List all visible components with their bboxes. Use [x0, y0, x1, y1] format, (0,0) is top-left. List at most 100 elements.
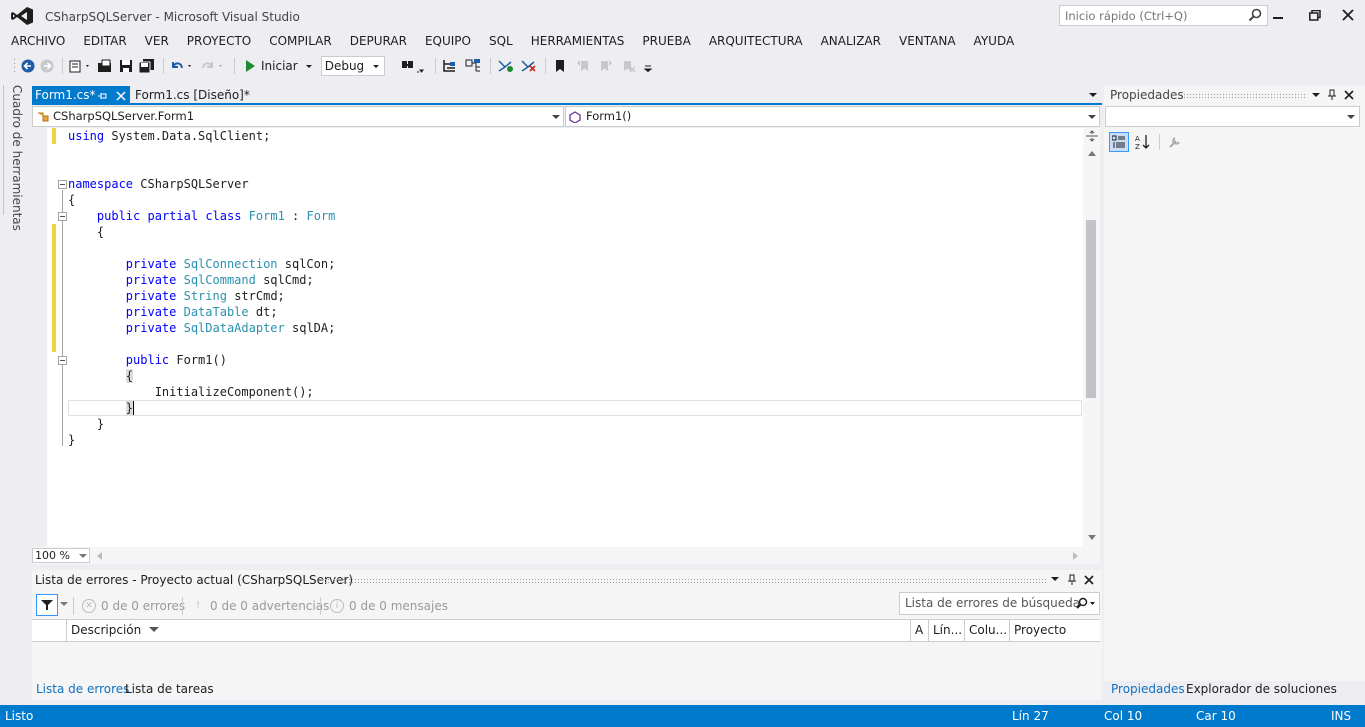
menu-prueba[interactable]: PRUEBA: [634, 32, 700, 52]
chevron-down-icon[interactable]: [1050, 576, 1060, 584]
save-all-button[interactable]: [138, 56, 156, 76]
collapse-namespace-icon[interactable]: [58, 180, 67, 189]
close-tab-icon[interactable]: [116, 91, 126, 101]
categorized-button[interactable]: [1109, 132, 1129, 152]
properties-object-select[interactable]: [1105, 106, 1360, 127]
property-pages-button[interactable]: [1165, 132, 1185, 152]
properties-grid[interactable]: [1105, 157, 1360, 677]
breakpoint-add-button[interactable]: [495, 56, 515, 76]
scroll-left-icon[interactable]: [96, 551, 104, 561]
code-line-field: private SqlConnection sqlCon;: [125, 257, 336, 271]
save-button[interactable]: [117, 56, 135, 76]
menu-analizar[interactable]: ANALIZAR: [813, 32, 891, 52]
menu-proyecto[interactable]: PROYECTO: [179, 32, 261, 52]
find-in-files-button[interactable]: [398, 56, 428, 76]
collapse-method-icon[interactable]: [58, 356, 67, 365]
column-file[interactable]: A: [910, 620, 929, 641]
toolbox-tab[interactable]: Cuadro de herramientas: [6, 85, 26, 231]
column-column[interactable]: Colu...: [964, 620, 1008, 641]
column-line[interactable]: Lín...: [928, 620, 964, 641]
start-debugging-button[interactable]: Iniciar: [239, 56, 318, 76]
menu-arquitectura[interactable]: ARQUITECTURA: [701, 32, 813, 52]
chevron-down-icon[interactable]: [1311, 92, 1321, 100]
filter-button[interactable]: [36, 594, 58, 616]
toolbar-grip[interactable]: [12, 56, 16, 76]
close-window-button[interactable]: [1333, 4, 1363, 26]
scroll-right-icon[interactable]: [1072, 551, 1080, 561]
search-icon[interactable]: [1248, 8, 1262, 22]
open-file-button[interactable]: [96, 56, 114, 76]
menu-herramientas[interactable]: HERRAMIENTAS: [523, 32, 635, 52]
error-list-title: Lista de errores - Proyecto actual (CSha…: [35, 573, 354, 587]
close-icon[interactable]: [1344, 90, 1354, 100]
toolbar-overflow-button[interactable]: [642, 56, 654, 76]
chevron-down-icon: [79, 554, 87, 558]
next-bookmark-button[interactable]: [596, 56, 616, 76]
menu-ventana[interactable]: VENTANA: [891, 32, 966, 52]
undo-button[interactable]: [168, 56, 196, 76]
prev-bookmark-button[interactable]: [573, 56, 593, 76]
tab-error-list[interactable]: Lista de errores: [36, 681, 129, 697]
forward-button[interactable]: [39, 56, 55, 76]
warnings-filter[interactable]: ! 0 de 0 advertencias: [191, 598, 329, 614]
menu-sql[interactable]: SQL: [481, 32, 523, 52]
tab-form1-design[interactable]: Form1.cs [Diseño]*: [131, 86, 261, 105]
type-dropdown[interactable]: CSharpSQLServer.Form1: [32, 106, 564, 127]
bookmark-button[interactable]: [550, 56, 570, 76]
tab-task-list[interactable]: Lista de tareas: [125, 681, 214, 697]
drag-handle[interactable]: [1180, 93, 1305, 98]
menu-compilar[interactable]: COMPILAR: [261, 32, 341, 52]
properties-title: Propiedades: [1110, 88, 1184, 102]
menu-ver[interactable]: VER: [137, 32, 179, 52]
breakpoint-remove-button[interactable]: [518, 56, 538, 76]
column-description[interactable]: Descripción: [66, 620, 942, 641]
minimize-button[interactable]: [1263, 4, 1293, 26]
menu-archivo[interactable]: ARCHIVO: [3, 32, 75, 52]
chevron-down-icon[interactable]: [60, 602, 68, 608]
drag-handle[interactable]: [318, 578, 1048, 583]
messages-filter[interactable]: i 0 de 0 mensajes: [330, 598, 448, 614]
code-text-area[interactable]: using System.Data.SqlClient; namespace C…: [48, 128, 1082, 547]
new-project-button[interactable]: [67, 56, 93, 76]
menu-depurar[interactable]: DEPURAR: [342, 32, 417, 52]
class-view-button[interactable]: [463, 56, 483, 76]
tab-solution-explorer[interactable]: Explorador de soluciones: [1186, 681, 1337, 697]
tab-list-dropdown-icon[interactable]: [1088, 92, 1098, 100]
menu-editar[interactable]: EDITAR: [75, 32, 136, 52]
quick-launch-box[interactable]: [1059, 5, 1268, 26]
tab-form1-cs[interactable]: Form1.cs*: [32, 86, 130, 105]
horizontal-scrollbar[interactable]: [32, 547, 1100, 564]
pin-icon[interactable]: [1327, 89, 1337, 101]
solution-config-select[interactable]: Debug: [320, 55, 385, 76]
tab-properties[interactable]: Propiedades: [1111, 681, 1185, 697]
collapse-class-icon[interactable]: [58, 212, 67, 221]
menu-ayuda[interactable]: AYUDA: [966, 32, 1025, 52]
maximize-button[interactable]: [1300, 4, 1330, 26]
alphabetical-button[interactable]: AZ: [1133, 132, 1153, 152]
solution-explorer-button[interactable]: [440, 56, 460, 76]
clear-bookmarks-button[interactable]: [619, 56, 639, 76]
scroll-thumb[interactable]: [1086, 220, 1096, 398]
split-editor-icon[interactable]: [1086, 130, 1098, 142]
toolbar-separator: [434, 57, 436, 74]
close-icon[interactable]: [1084, 575, 1094, 585]
code-line-class: public partial class Form1 : Form: [96, 209, 336, 223]
menu-equipo[interactable]: EQUIPO: [417, 32, 481, 52]
forward-arrow-icon: [40, 59, 54, 72]
pin-icon[interactable]: [97, 91, 107, 101]
search-icon[interactable]: [1074, 597, 1096, 611]
column-project[interactable]: Proyecto: [1009, 620, 1100, 641]
code-line-namespace: namespace CSharpSQLServer: [68, 177, 249, 191]
member-dropdown[interactable]: Form1(): [565, 106, 1100, 127]
pin-icon[interactable]: [1067, 574, 1077, 586]
quick-launch-input[interactable]: [1060, 6, 1240, 25]
error-search-input[interactable]: Lista de errores de búsqueda: [899, 592, 1100, 615]
redo-button[interactable]: [199, 56, 227, 76]
back-button[interactable]: [20, 56, 36, 76]
zoom-select[interactable]: 100 %: [32, 548, 90, 563]
scroll-down-icon[interactable]: [1087, 534, 1097, 542]
errors-filter[interactable]: ✕ 0 de 0 errores: [82, 598, 185, 614]
scroll-up-icon[interactable]: [1087, 150, 1097, 158]
save-all-icon: [139, 58, 154, 73]
back-arrow-icon: [21, 59, 35, 72]
